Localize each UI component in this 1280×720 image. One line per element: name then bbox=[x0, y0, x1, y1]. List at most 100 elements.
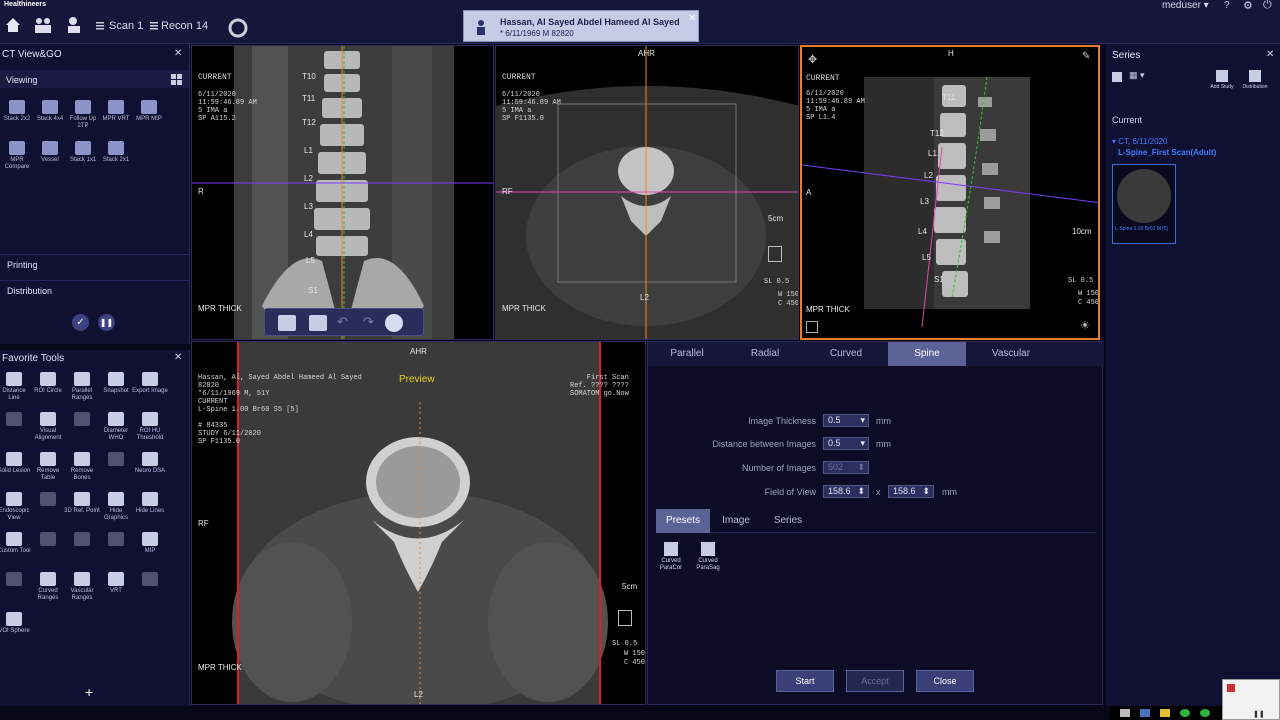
favorite-tool[interactable] bbox=[132, 572, 168, 588]
favorite-tool[interactable]: 3D Ref. Point bbox=[64, 492, 100, 515]
layout-tile[interactable]: MPR MIP bbox=[134, 100, 164, 123]
undo-icon[interactable]: ↶ bbox=[337, 314, 348, 330]
favorite-tool[interactable]: ROI Circle bbox=[30, 372, 66, 395]
study-label[interactable]: ▾ CT, 6/11/2020 bbox=[1112, 137, 1167, 146]
favorite-tool[interactable] bbox=[30, 492, 66, 508]
layout-tile[interactable]: Vessel bbox=[35, 141, 65, 164]
layout-tile[interactable]: MPR Compare bbox=[2, 141, 32, 171]
orientation-cube-icon[interactable] bbox=[618, 610, 632, 626]
favorite-tool[interactable]: Curved Ranges bbox=[30, 572, 66, 602]
favorite-tool[interactable] bbox=[0, 412, 32, 428]
preset-curved-paracor[interactable]: Curved ParaCor bbox=[656, 542, 686, 572]
tab-curved[interactable]: Curved bbox=[804, 342, 888, 366]
scan-tab[interactable]: Scan 1 bbox=[109, 20, 143, 32]
examination-icon[interactable] bbox=[65, 16, 85, 34]
distribution-button[interactable]: Distribution bbox=[1242, 70, 1268, 90]
user-menu[interactable]: meduser ▾ bbox=[1162, 0, 1209, 11]
status-icon[interactable] bbox=[1180, 709, 1190, 717]
close-icon[interactable]: ✕ bbox=[688, 13, 696, 24]
close-icon[interactable]: ✕ bbox=[174, 352, 182, 363]
layout-icon[interactable] bbox=[309, 315, 327, 331]
add-icon[interactable]: + bbox=[85, 684, 93, 700]
favorite-tool[interactable] bbox=[98, 452, 134, 468]
stack-icon[interactable] bbox=[806, 321, 818, 333]
favorite-tool[interactable]: Distance Line bbox=[0, 372, 32, 402]
recorder-widget[interactable]: ❚❚ bbox=[1222, 679, 1280, 720]
grid-icon[interactable] bbox=[171, 74, 182, 85]
favorite-tool[interactable]: Solid Lesion bbox=[0, 452, 32, 475]
favorite-tool[interactable]: Parallel Ranges bbox=[64, 372, 100, 402]
patient-browser-icon[interactable] bbox=[33, 16, 53, 34]
pause-icon[interactable]: ❚❚ bbox=[1253, 710, 1265, 718]
power-icon[interactable]: ⏻ bbox=[1263, 0, 1272, 12]
favorite-tool[interactable]: Remove Table bbox=[30, 452, 66, 482]
favorite-tool[interactable] bbox=[64, 412, 100, 428]
app-icon[interactable] bbox=[1140, 709, 1150, 717]
tab-radial[interactable]: Radial bbox=[726, 342, 804, 366]
home-icon[interactable] bbox=[4, 16, 22, 34]
menu-icon[interactable] bbox=[96, 22, 104, 30]
close-icon[interactable]: ✕ bbox=[174, 48, 182, 59]
preset-curved-parasag[interactable]: Curved ParaSag bbox=[693, 542, 723, 572]
sagittal-viewport[interactable]: H CURRENT 6/11/2020 11:59:46.89 AM 5 IMA… bbox=[800, 45, 1100, 340]
favorite-tool[interactable] bbox=[0, 572, 32, 588]
pen-icon[interactable]: ✎ bbox=[1082, 51, 1090, 62]
axial-viewport[interactable]: AHR CURRENT 6/11/2020 11:59:46.89 AM 5 I… bbox=[495, 45, 799, 340]
pause-icon[interactable]: ❚❚ bbox=[98, 314, 115, 331]
menu-icon[interactable] bbox=[150, 22, 158, 30]
printing-section[interactable]: Printing bbox=[0, 254, 189, 276]
number-stepper[interactable]: 502 ⬍ bbox=[823, 461, 869, 474]
distance-select[interactable]: 0.5 ▾ bbox=[823, 437, 869, 450]
spine-icon[interactable] bbox=[385, 314, 403, 332]
favorite-tool[interactable]: Export Image bbox=[132, 372, 168, 395]
favorite-tool[interactable]: Diameter WHO bbox=[98, 412, 134, 442]
status-icon[interactable] bbox=[1200, 709, 1210, 717]
series-thumbnail[interactable]: L-Spine 1.00 Br60 M [5] bbox=[1112, 164, 1176, 244]
layout-tile[interactable]: MPR VRT bbox=[101, 100, 131, 123]
layout-tile[interactable]: Stack 4x4 bbox=[35, 100, 65, 123]
tab-parallel[interactable]: Parallel bbox=[648, 342, 726, 366]
coronal-viewport[interactable]: CURRENT 6/11/2020 11:59:46.89 AM 5 IMA a… bbox=[191, 45, 494, 340]
thickness-select[interactable]: 0.5 ▾ bbox=[823, 414, 869, 427]
move-icon[interactable]: ✥ bbox=[808, 53, 817, 66]
network-icon[interactable] bbox=[1120, 709, 1130, 717]
brightness-icon[interactable]: ☀ bbox=[1080, 319, 1090, 332]
close-icon[interactable]: ✕ bbox=[1266, 49, 1274, 60]
scanner-icon[interactable] bbox=[228, 18, 248, 38]
favorite-tool[interactable]: VOI Sphere bbox=[0, 612, 32, 635]
tab-image[interactable]: Image bbox=[710, 509, 762, 533]
check-icon[interactable]: ✓ bbox=[72, 314, 89, 331]
close-button[interactable]: Close bbox=[916, 670, 974, 692]
favorite-tool[interactable]: Hide Lines bbox=[132, 492, 168, 515]
favorite-tool[interactable]: Vascular Ranges bbox=[64, 572, 100, 602]
tab-series[interactable]: Series bbox=[762, 509, 814, 533]
favorite-tool[interactable]: Custom Tool bbox=[0, 532, 32, 555]
favorite-tool[interactable]: Visual Alignment bbox=[30, 412, 66, 442]
favorite-tool[interactable]: VRT bbox=[98, 572, 134, 595]
layout-tile[interactable]: Stack 1x1 bbox=[68, 141, 98, 164]
tab-presets[interactable]: Presets bbox=[656, 509, 710, 533]
favorite-tool[interactable] bbox=[64, 532, 100, 548]
favorite-tool[interactable]: ROI HU Threshold bbox=[132, 412, 168, 442]
favorite-tool[interactable] bbox=[98, 532, 134, 548]
folder-icon[interactable] bbox=[1160, 709, 1170, 717]
sort-icon[interactable] bbox=[1112, 72, 1122, 82]
preview-viewport[interactable]: AHR Preview Hassan, Al, Sayed Abdel Hame… bbox=[191, 341, 646, 705]
favorite-tool[interactable]: Neuro DSA bbox=[132, 452, 168, 475]
start-button[interactable]: Start bbox=[776, 670, 834, 692]
layout-tile[interactable]: Stack 2x2 bbox=[2, 100, 32, 123]
distribution-section[interactable]: Distribution bbox=[0, 280, 189, 302]
favorite-tool[interactable]: MIP bbox=[132, 532, 168, 555]
add-study-button[interactable]: Add Study bbox=[1210, 70, 1234, 90]
fov-height-stepper[interactable]: 158.6 ⬍ bbox=[888, 485, 934, 498]
gear-icon[interactable]: ⚙ bbox=[1243, 0, 1253, 12]
layout-tile[interactable]: Follow Up 2TP bbox=[68, 100, 98, 130]
favorite-tool[interactable] bbox=[30, 532, 66, 548]
fov-width-stepper[interactable]: 158.6 ⬍ bbox=[823, 485, 869, 498]
tab-spine[interactable]: Spine bbox=[888, 342, 966, 366]
tab-vascular[interactable]: Vascular bbox=[966, 342, 1056, 366]
help-icon[interactable]: ? bbox=[1224, 0, 1230, 11]
favorite-tool[interactable]: Endoscopic View bbox=[0, 492, 32, 522]
favorite-tool[interactable]: Remove Bones bbox=[64, 452, 100, 482]
view-options-icon[interactable]: ▦ ▾ bbox=[1129, 70, 1145, 81]
